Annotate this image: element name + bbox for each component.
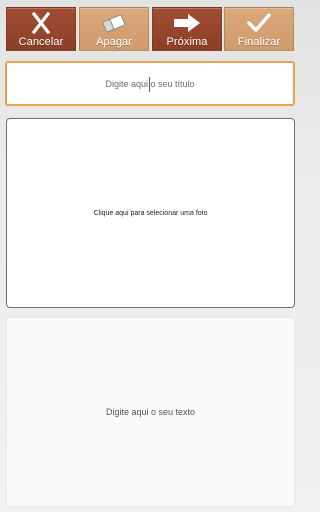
- text-input-area[interactable]: Digite aqui o seu texto: [7, 318, 294, 506]
- next-label: Próxima: [166, 36, 208, 48]
- arrow-right-icon: [153, 12, 221, 36]
- erase-button[interactable]: Apagar: [79, 7, 149, 51]
- cancel-button[interactable]: Cancelar: [6, 7, 76, 51]
- eraser-icon: [80, 12, 148, 36]
- finish-button[interactable]: Finalizar: [224, 7, 294, 51]
- text-placeholder: Digite aqui o seu texto: [105, 407, 196, 417]
- finish-label: Finalizar: [237, 36, 281, 48]
- cancel-label: Cancelar: [18, 36, 64, 48]
- text-caret: [149, 77, 150, 92]
- next-button[interactable]: Próxima: [152, 7, 222, 51]
- toolbar: Cancelar Apagar Próxima Finalizar: [0, 0, 300, 52]
- photo-select-label: Clique aqui para selecionar uma foto: [93, 209, 208, 217]
- checkmark-icon: [225, 12, 293, 36]
- title-input[interactable]: Digite aqui o seu título: [5, 61, 295, 106]
- erase-label: Apagar: [95, 36, 133, 48]
- close-icon: [7, 12, 75, 36]
- title-placeholder: Digite aqui o seu título: [105, 78, 195, 89]
- photo-select-area[interactable]: Clique aqui para selecionar uma foto: [6, 118, 295, 308]
